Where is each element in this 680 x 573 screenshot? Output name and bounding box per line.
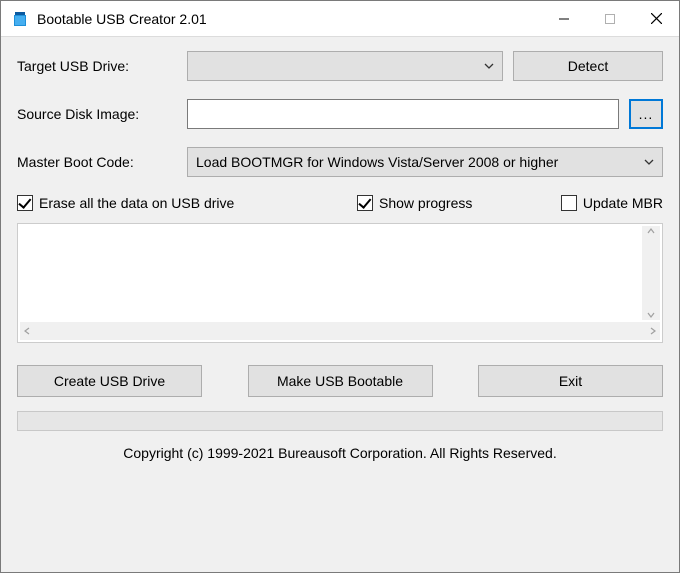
- window-controls: [541, 1, 679, 36]
- client-area: Target USB Drive: Detect Source Disk Ima…: [1, 37, 679, 572]
- scroll-down-icon: [647, 312, 655, 318]
- erase-checkbox[interactable]: Erase all the data on USB drive: [17, 195, 357, 211]
- log-area: [17, 223, 663, 343]
- update-mbr-checkbox[interactable]: Update MBR: [561, 195, 663, 211]
- master-boot-dropdown[interactable]: Load BOOTMGR for Windows Vista/Server 20…: [187, 147, 663, 177]
- target-drive-combo[interactable]: [187, 51, 503, 81]
- vertical-scrollbar[interactable]: [642, 226, 660, 320]
- titlebar: Bootable USB Creator 2.01: [1, 1, 679, 37]
- checkbox-icon: [357, 195, 373, 211]
- update-mbr-label: Update MBR: [583, 195, 663, 211]
- close-button[interactable]: [633, 1, 679, 36]
- chevron-down-icon: [484, 63, 494, 69]
- horizontal-scrollbar[interactable]: [20, 322, 660, 340]
- checkbox-row: Erase all the data on USB drive Show pro…: [17, 195, 663, 211]
- erase-label: Erase all the data on USB drive: [39, 195, 234, 211]
- detect-button[interactable]: Detect: [513, 51, 663, 81]
- master-boot-value: Load BOOTMGR for Windows Vista/Server 20…: [196, 154, 644, 170]
- maximize-button: [587, 1, 633, 36]
- checkbox-icon: [561, 195, 577, 211]
- progress-bar: [17, 411, 663, 431]
- scroll-left-icon: [24, 327, 30, 335]
- master-boot-row: Master Boot Code: Load BOOTMGR for Windo…: [17, 147, 663, 177]
- target-drive-row: Target USB Drive: Detect: [17, 51, 663, 81]
- scroll-up-icon: [647, 228, 655, 234]
- app-icon: [11, 10, 29, 28]
- window-title: Bootable USB Creator 2.01: [37, 11, 541, 27]
- source-image-input[interactable]: [187, 99, 619, 129]
- source-image-label: Source Disk Image:: [17, 106, 187, 122]
- chevron-down-icon: [644, 159, 654, 165]
- browse-button[interactable]: ...: [629, 99, 663, 129]
- source-image-row: Source Disk Image: ...: [17, 99, 663, 129]
- scroll-right-icon: [650, 327, 656, 335]
- log-content[interactable]: [20, 226, 642, 320]
- checkbox-icon: [17, 195, 33, 211]
- exit-button[interactable]: Exit: [478, 365, 663, 397]
- create-usb-button[interactable]: Create USB Drive: [17, 365, 202, 397]
- copyright-footer: Copyright (c) 1999-2021 Bureausoft Corpo…: [17, 431, 663, 467]
- minimize-button[interactable]: [541, 1, 587, 36]
- action-buttons: Create USB Drive Make USB Bootable Exit: [17, 365, 663, 397]
- make-bootable-button[interactable]: Make USB Bootable: [248, 365, 433, 397]
- app-window: Bootable USB Creator 2.01 Target USB Dri…: [0, 0, 680, 573]
- target-drive-label: Target USB Drive:: [17, 58, 187, 74]
- show-progress-label: Show progress: [379, 195, 472, 211]
- master-boot-label: Master Boot Code:: [17, 154, 187, 170]
- show-progress-checkbox[interactable]: Show progress: [357, 195, 547, 211]
